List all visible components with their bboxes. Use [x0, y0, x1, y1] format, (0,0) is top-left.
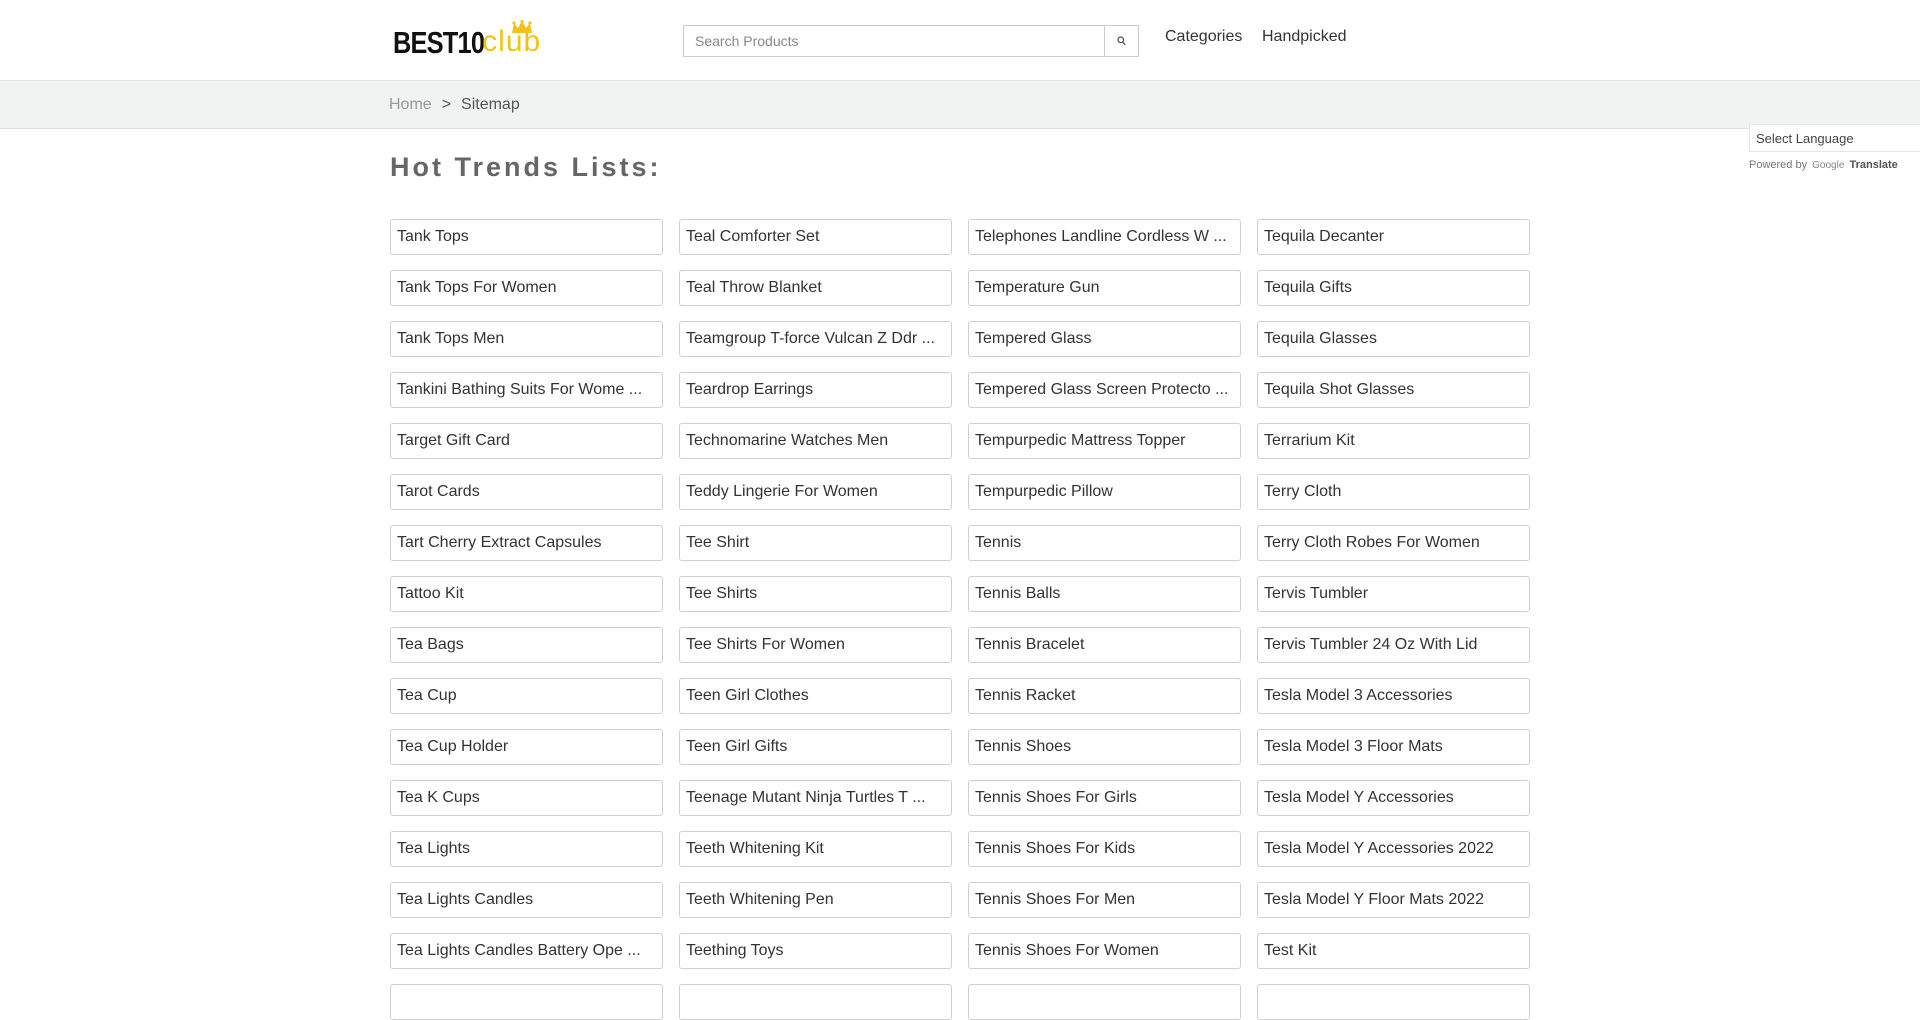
trend-link[interactable]: Teen Girl Gifts — [679, 729, 952, 765]
nav-categories[interactable]: Categories — [1165, 28, 1242, 46]
trend-link[interactable]: Tennis Shoes — [968, 729, 1241, 765]
trend-link[interactable]: Teenage Mutant Ninja Turtles T ... — [679, 780, 952, 816]
trend-link[interactable]: Tea Cup — [390, 678, 663, 714]
trend-link[interactable]: Teddy Lingerie For Women — [679, 474, 952, 510]
trend-link[interactable]: Tee Shirts For Women — [679, 627, 952, 663]
trend-link[interactable]: Tea Lights Candles — [390, 882, 663, 918]
search-button[interactable] — [1104, 26, 1138, 56]
trend-link[interactable]: Teeth Whitening Kit — [679, 831, 952, 867]
trend-link[interactable]: Tennis Shoes For Women — [968, 933, 1241, 969]
trend-link[interactable]: Tennis Racket — [968, 678, 1241, 714]
trend-link[interactable]: Terry Cloth — [1257, 474, 1530, 510]
language-select[interactable]: Select Language — [1749, 124, 1920, 152]
trend-link[interactable]: Teardrop Earrings — [679, 372, 952, 408]
trend-link[interactable]: Tennis Bracelet — [968, 627, 1241, 663]
trend-link[interactable]: Tequila Gifts — [1257, 270, 1530, 306]
trend-link[interactable]: Tesla Model Y Accessories 2022 — [1257, 831, 1530, 867]
site-logo[interactable]: BEST10 club — [393, 18, 541, 58]
trend-link[interactable]: Tequila Decanter — [1257, 219, 1530, 255]
trend-link[interactable]: Test Kit — [1257, 933, 1530, 969]
trend-link[interactable]: Terrarium Kit — [1257, 423, 1530, 459]
trend-link[interactable]: Tennis Shoes For Kids — [968, 831, 1241, 867]
trend-link[interactable]: Tempered Glass Screen Protecto ... — [968, 372, 1241, 408]
breadcrumb-separator: > — [441, 96, 452, 113]
trend-link[interactable]: Tart Cherry Extract Capsules — [390, 525, 663, 561]
trend-link[interactable]: Tervis Tumbler — [1257, 576, 1530, 612]
trend-link[interactable]: Teal Throw Blanket — [679, 270, 952, 306]
trend-link[interactable]: Tequila Shot Glasses — [1257, 372, 1530, 408]
trend-link[interactable]: Tesla Model 3 Accessories — [1257, 678, 1530, 714]
breadcrumb-home[interactable]: Home — [389, 96, 432, 113]
trend-link[interactable]: Teen Girl Clothes — [679, 678, 952, 714]
trend-link[interactable]: Tee Shirts — [679, 576, 952, 612]
trend-link[interactable]: Tea Cup Holder — [390, 729, 663, 765]
trend-link[interactable]: Teething Toys — [679, 933, 952, 969]
trend-link[interactable]: Tarot Cards — [390, 474, 663, 510]
trend-link[interactable]: Tea Lights — [390, 831, 663, 867]
search-box — [683, 25, 1139, 57]
trend-link[interactable]: Tempurpedic Pillow — [968, 474, 1241, 510]
trend-link[interactable]: Tempurpedic Mattress Topper — [968, 423, 1241, 459]
breadcrumb: Home > Sitemap — [389, 96, 520, 114]
breadcrumb-current: Sitemap — [461, 96, 520, 113]
crown-icon — [512, 20, 532, 33]
trend-link[interactable]: Teeth Whitening Pen — [679, 882, 952, 918]
trend-link[interactable]: Tennis Shoes For Men — [968, 882, 1241, 918]
trend-link[interactable]: Teamgroup T-force Vulcan Z Ddr ... — [679, 321, 952, 357]
trend-link[interactable]: Target Gift Card — [390, 423, 663, 459]
trend-link[interactable]: Tattoo Kit — [390, 576, 663, 612]
trend-link[interactable]: Teal Comforter Set — [679, 219, 952, 255]
trend-link[interactable]: Telephones Landline Cordless W ... — [968, 219, 1241, 255]
trend-link[interactable]: Tervis Tumbler 24 Oz With Lid — [1257, 627, 1530, 663]
nav-handpicked[interactable]: Handpicked — [1262, 28, 1347, 46]
site-header: BEST10 club Categories Handpicked — [0, 0, 1920, 81]
trend-link[interactable]: Tea Lights Candles Battery Ope ... — [390, 933, 663, 969]
trend-link[interactable] — [968, 984, 1241, 1020]
google-logo: Google — [1812, 160, 1845, 171]
page-title: Hot Trends Lists: — [390, 152, 662, 182]
trend-link[interactable]: Tennis Balls — [968, 576, 1241, 612]
search-input[interactable] — [684, 26, 1104, 56]
trend-link[interactable]: Tennis — [968, 525, 1241, 561]
trend-link[interactable]: Terry Cloth Robes For Women — [1257, 525, 1530, 561]
breadcrumb-bar: Home > Sitemap — [0, 81, 1920, 129]
trend-link[interactable]: Tempered Glass — [968, 321, 1241, 357]
trend-link[interactable]: Tequila Glasses — [1257, 321, 1530, 357]
trend-link[interactable]: Technomarine Watches Men — [679, 423, 952, 459]
trend-link[interactable]: Tank Tops Men — [390, 321, 663, 357]
trend-link[interactable]: Tesla Model Y Accessories — [1257, 780, 1530, 816]
google-translate-credit: Powered by Google Translate — [1749, 159, 1898, 171]
trend-link[interactable]: Tea Bags — [390, 627, 663, 663]
trend-link[interactable] — [390, 984, 663, 1020]
trend-link[interactable]: Tennis Shoes For Girls — [968, 780, 1241, 816]
translate-link[interactable]: Translate — [1849, 159, 1897, 171]
trend-link[interactable]: Tank Tops For Women — [390, 270, 663, 306]
trend-link[interactable]: Tankini Bathing Suits For Wome ... — [390, 372, 663, 408]
powered-by-label: Powered by — [1749, 159, 1808, 171]
trend-link[interactable]: Temperature Gun — [968, 270, 1241, 306]
trend-link[interactable]: Tea K Cups — [390, 780, 663, 816]
trend-link[interactable]: Tesla Model Y Floor Mats 2022 — [1257, 882, 1530, 918]
trend-link[interactable]: Tee Shirt — [679, 525, 952, 561]
trend-link[interactable] — [1257, 984, 1530, 1020]
trend-link[interactable]: Tesla Model 3 Floor Mats — [1257, 729, 1530, 765]
trend-link[interactable]: Tank Tops — [390, 219, 663, 255]
trend-link[interactable] — [679, 984, 952, 1020]
logo-text: BEST10 — [393, 25, 485, 60]
trends-grid: Tank Tops Teal Comforter Set Telephones … — [390, 219, 1530, 1020]
search-icon — [1117, 36, 1126, 46]
